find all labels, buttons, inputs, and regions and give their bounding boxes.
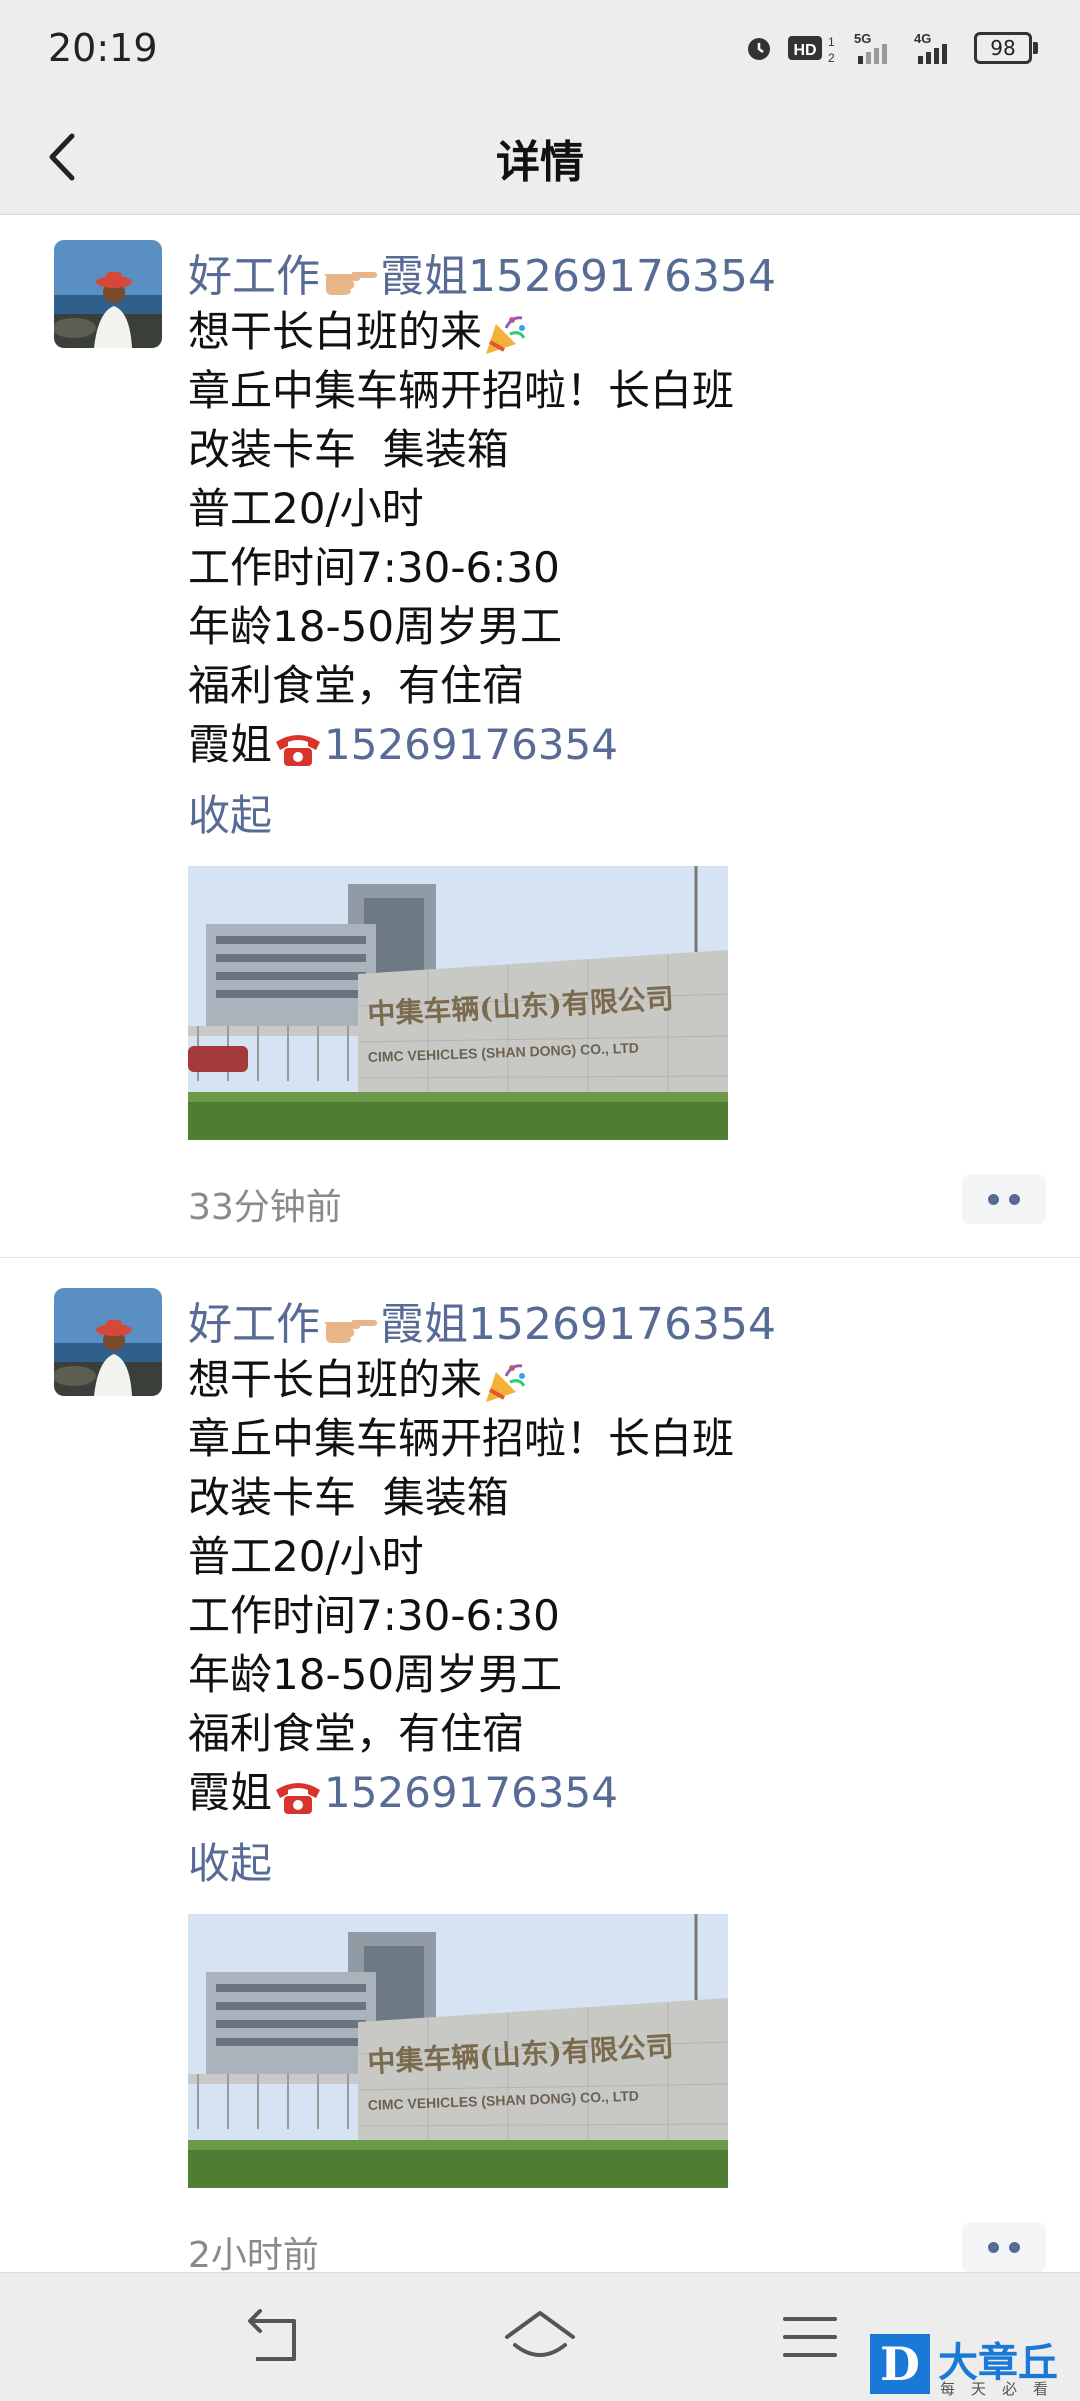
dot-icon: [1009, 1194, 1020, 1205]
post-text: 想干长白班的来 章丘中集车辆开招啦！长白班 改装卡车 集装箱 普工20/小时 工…: [188, 1350, 734, 1822]
hd-icon: HD 1 2: [788, 35, 835, 64]
status-icons: HD 1 2 5G 4G 98: [744, 30, 1038, 66]
4g-signal-icon: 4G: [914, 31, 947, 64]
telephone-icon: [276, 1782, 321, 1814]
post-image[interactable]: 中集车辆(山东)有限公司 CIMC VEHICLES (SHAN DONG) C…: [188, 1914, 728, 2188]
pointing-hand-icon: [324, 1320, 377, 1343]
post-line: 福利食堂，有住宿: [188, 1709, 525, 1758]
phone-link[interactable]: 15269176354: [324, 720, 618, 769]
avatar[interactable]: [54, 1288, 162, 1396]
dot-icon: [988, 2242, 999, 2253]
alarm-icon: [748, 38, 770, 60]
more-options-button[interactable]: [962, 2222, 1046, 2272]
moment-post-2: 好工作 霞姐15269176354 想干长白班的来 章丘中集车辆开招啦！长白班 改…: [0, 1262, 1080, 2276]
post-line: 年龄18-50周岁男工: [188, 1650, 563, 1699]
moment-post-1: 好工作 霞姐15269176354 想干长白班的来 章丘中集车辆开招啦！长白班 改…: [0, 214, 1080, 1258]
svg-text:1: 1: [828, 35, 835, 49]
post-line: 工作时间7:30-6:30: [188, 1591, 560, 1640]
svg-text:5G: 5G: [854, 31, 871, 46]
contact-name: 霞姐: [188, 720, 273, 769]
title-bar: 详情: [0, 100, 1080, 215]
menu-nav-icon[interactable]: [765, 2299, 855, 2379]
contact-name: 霞姐: [188, 1768, 273, 1817]
home-nav-icon[interactable]: [495, 2299, 585, 2379]
post-line: 改装卡车 集装箱: [188, 1473, 509, 1522]
svg-text:4G: 4G: [914, 31, 931, 46]
battery-icon: 98: [974, 32, 1038, 64]
post-line: 年龄18-50周岁男工: [188, 602, 563, 651]
post-line: 章丘中集车辆开招啦！长白班: [188, 1414, 735, 1463]
post-line: 章丘中集车辆开招啦！长白班: [188, 366, 735, 415]
status-time: 20:19: [48, 26, 158, 70]
collapse-link[interactable]: 收起: [188, 782, 272, 843]
post-line: 工作时间7:30-6:30: [188, 543, 560, 592]
post-line: 普工20/小时: [188, 484, 424, 533]
factory-sign-photo: 中集车辆(山东)有限公司 CIMC VEHICLES (SHAN DONG) C…: [188, 866, 728, 1140]
post-image[interactable]: 中集车辆(山东)有限公司 CIMC VEHICLES (SHAN DONG) C…: [188, 866, 728, 1140]
post-line: 改装卡车 集装箱: [188, 425, 509, 474]
telephone-icon: [276, 734, 321, 766]
more-options-button[interactable]: [962, 1174, 1046, 1224]
watermark-logo: D 大章丘 每天必看: [870, 2330, 1080, 2400]
avatar[interactable]: [54, 240, 162, 348]
factory-sign-photo: 中集车辆(山东)有限公司 CIMC VEHICLES (SHAN DONG) C…: [188, 1914, 728, 2188]
5g-signal-icon: 5G: [854, 31, 887, 64]
back-nav-icon[interactable]: [228, 2299, 318, 2379]
author-suffix: 霞姐15269176354: [380, 251, 776, 302]
author-prefix: 好工作: [188, 251, 320, 302]
author-prefix: 好工作: [188, 1299, 320, 1350]
time-ago: 2小时前: [188, 2235, 319, 2276]
post-divider: [0, 1257, 1080, 1258]
watermark-subtext: 每天必看: [940, 2380, 1065, 2398]
status-bar: 20:19 HD 1 2 5G 4G 98: [0, 0, 1080, 100]
time-ago: 33分钟前: [188, 1187, 342, 1228]
dot-icon: [988, 1194, 999, 1205]
post-line: 普工20/小时: [188, 1532, 424, 1581]
avatar-photo: [54, 1288, 162, 1396]
author-suffix: 霞姐15269176354: [380, 1299, 776, 1350]
svg-text:2: 2: [828, 51, 835, 64]
party-popper-icon: [486, 1363, 526, 1402]
author-name[interactable]: 好工作 霞姐15269176354: [188, 240, 776, 304]
collapse-link[interactable]: 收起: [188, 1830, 272, 1891]
post-line: 想干长白班的来: [188, 1355, 483, 1404]
party-popper-icon: [486, 315, 526, 354]
phone-link[interactable]: 15269176354: [324, 1768, 618, 1817]
svg-text:HD: HD: [793, 42, 816, 59]
page-title: 详情: [496, 137, 584, 188]
avatar-photo: [54, 240, 162, 348]
pointing-hand-icon: [324, 272, 377, 295]
post-line: 福利食堂，有住宿: [188, 661, 525, 710]
post-line: 想干长白班的来: [188, 307, 483, 356]
post-text: 想干长白班的来 章丘中集车辆开招啦！长白班 改装卡车 集装箱 普工20/小时 工…: [188, 302, 734, 774]
dot-icon: [1009, 2242, 1020, 2253]
watermark-badge: D: [870, 2334, 930, 2394]
author-name[interactable]: 好工作 霞姐15269176354: [188, 1288, 776, 1352]
